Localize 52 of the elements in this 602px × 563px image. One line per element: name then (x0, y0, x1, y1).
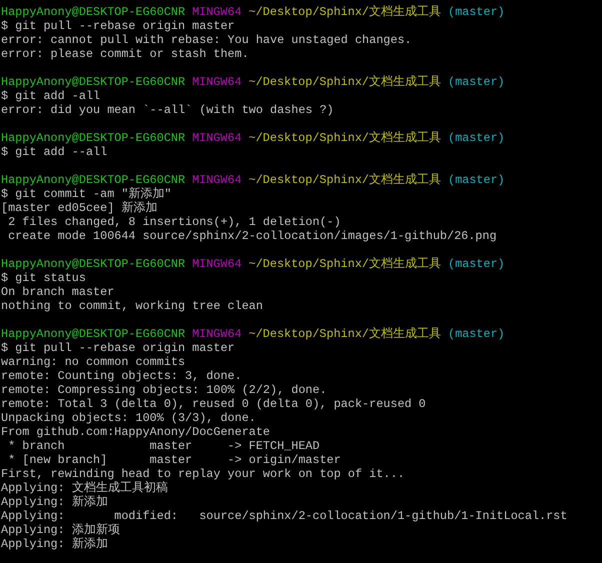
output-line: error: please commit or stash them. (1, 47, 249, 61)
prompt-path: ~/Desktop/Sphinx/文档生成工具 (248, 75, 441, 89)
prompt-path: ~/Desktop/Sphinx/文档生成工具 (248, 131, 441, 145)
prompt-branch: (master) (448, 257, 505, 271)
output-line: First, rewinding head to replay your work on top of it... (1, 467, 405, 481)
prompt-system: MINGW64 (192, 327, 242, 341)
terminal-command: $ git status (1, 271, 86, 285)
output-line: * [new branch] master -> origin/master (7, 453, 341, 467)
output-line: From github.com:HappyAnony/DocGenerate (1, 425, 270, 439)
output-line: remote: Counting objects: 3, done. (1, 369, 242, 383)
output-line: create mode 100644 source/sphinx/2-collocation/images/1-github/26.png (7, 229, 497, 243)
terminal-command: $ git pull --rebase origin master (1, 19, 235, 33)
output-line: error: cannot pull with rebase: You have unstaged changes. (1, 33, 412, 47)
output-line: 2 files changed, 8 insertions(+), 1 deletion(-) (7, 215, 341, 229)
output-line: Applying: 新添加 (1, 537, 108, 551)
prompt-path: ~/Desktop/Sphinx/文档生成工具 (248, 5, 441, 19)
prompt-system: MINGW64 (192, 75, 242, 89)
prompt-system: MINGW64 (192, 257, 242, 271)
prompt-path: ~/Desktop/Sphinx/文档生成工具 (248, 257, 441, 271)
output-line: Applying: 添加新项 (1, 523, 120, 537)
prompt-user: HappyAnony@DESKTOP-EG60CNR (1, 327, 186, 341)
prompt-branch: (master) (448, 327, 505, 341)
output-line: remote: Compressing objects: 100% (2/2), done. (1, 383, 327, 397)
terminal-command: $ git commit -am "新添加" (1, 187, 172, 201)
terminal-command: $ git pull --rebase origin master (1, 341, 235, 355)
prompt-branch: (master) (448, 75, 505, 89)
prompt-branch: (master) (448, 5, 505, 19)
prompt-path: ~/Desktop/Sphinx/文档生成工具 (248, 327, 441, 341)
output-line: Applying: 文档生成工具初稿 (1, 481, 168, 495)
output-line: [master ed05cee] 新添加 (1, 201, 158, 215)
output-line: error: did you mean `--all` (with two dashes ?) (1, 103, 334, 117)
prompt-system: MINGW64 (192, 173, 242, 187)
output-line: Applying: modified: source/sphinx/2-collocation/1-github/1-InitLocal.rst (1, 509, 568, 523)
terminal-command: $ git add -all (1, 89, 100, 103)
output-line: remote: Total 3 (delta 0), reused 0 (delta 0), pack-reused 0 (1, 397, 426, 411)
output-line: warning: no common commits (1, 355, 186, 369)
prompt-branch: (master) (448, 173, 505, 187)
prompt-user: HappyAnony@DESKTOP-EG60CNR (1, 5, 186, 19)
prompt-user: HappyAnony@DESKTOP-EG60CNR (1, 173, 186, 187)
prompt-user: HappyAnony@DESKTOP-EG60CNR (1, 131, 186, 145)
terminal-command: $ git add --all (1, 145, 108, 159)
output-line: nothing to commit, working tree clean (1, 299, 263, 313)
output-line: On branch master (1, 285, 114, 299)
prompt-user: HappyAnony@DESKTOP-EG60CNR (1, 257, 186, 271)
prompt-path: ~/Desktop/Sphinx/文档生成工具 (248, 173, 441, 187)
output-line: Applying: 新添加 (1, 495, 108, 509)
prompt-branch: (master) (448, 131, 505, 145)
prompt-system: MINGW64 (192, 131, 242, 145)
prompt-system: MINGW64 (192, 5, 242, 19)
output-line: Unpacking objects: 100% (3/3), done. (1, 411, 256, 425)
prompt-user: HappyAnony@DESKTOP-EG60CNR (1, 75, 186, 89)
output-line: * branch master -> FETCH_HEAD (7, 439, 320, 453)
